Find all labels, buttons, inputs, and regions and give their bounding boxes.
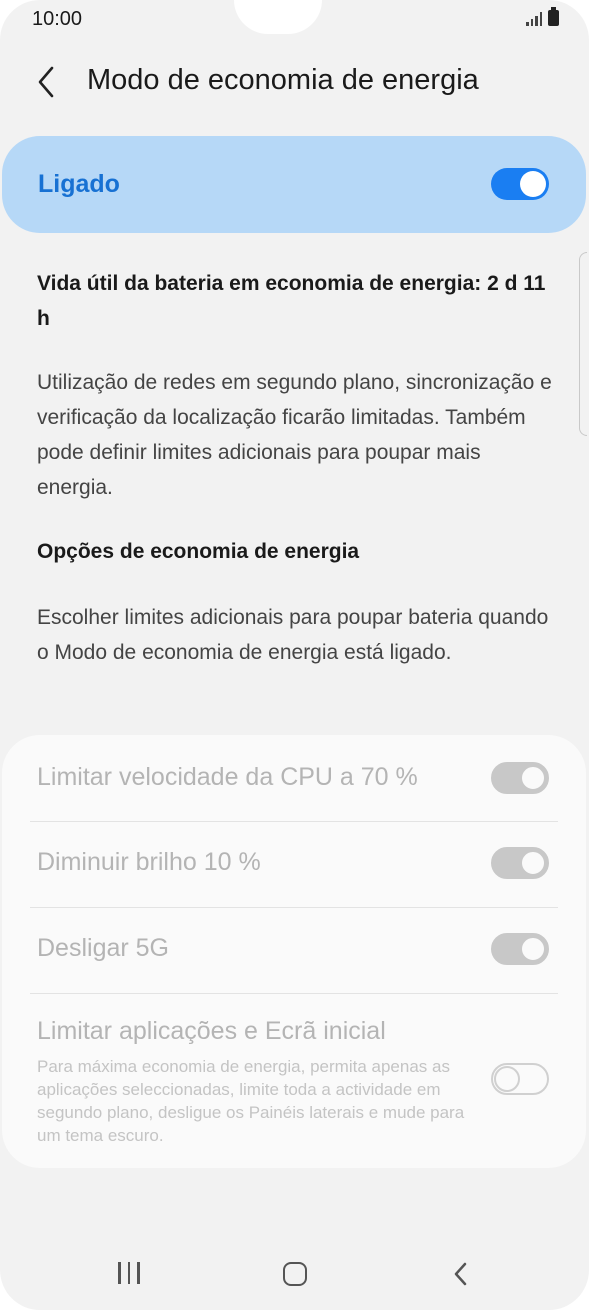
options-card: Limitar velocidade da CPU a 70 % Diminui… xyxy=(2,735,586,1168)
toggle-knob xyxy=(520,765,546,791)
page-title: Modo de economia de energia xyxy=(87,64,479,96)
app-header: Modo de economia de energia xyxy=(0,52,589,112)
status-bar: 10:00 xyxy=(0,0,589,36)
scrollbar[interactable] xyxy=(579,252,587,436)
master-toggle[interactable] xyxy=(491,168,549,200)
option-toggle-cpu[interactable] xyxy=(491,762,549,794)
option-limit-cpu[interactable]: Limitar velocidade da CPU a 70 % xyxy=(2,735,586,821)
option-toggle-5g[interactable] xyxy=(491,933,549,965)
home-button[interactable] xyxy=(283,1262,307,1286)
option-label: Desligar 5G xyxy=(37,934,169,962)
option-label: Limitar aplicações e Ecrã inicial xyxy=(37,1017,386,1045)
option-label: Diminuir brilho 10 % xyxy=(37,848,261,876)
option-label: Limitar velocidade da CPU a 70 % xyxy=(37,763,418,791)
battery-icon xyxy=(548,7,559,26)
nav-back-button[interactable] xyxy=(448,1260,474,1288)
options-section-description: Escolher limites adicionais para poupar … xyxy=(37,606,549,664)
option-subtitle: Para máxima economia de energia, permita… xyxy=(37,1057,465,1145)
master-switch-label: Ligado xyxy=(38,170,120,198)
phone-screen: 10:00 Modo de economia de energia Ligado… xyxy=(0,0,589,1310)
option-disable-5g[interactable]: Desligar 5G xyxy=(2,907,586,993)
toggle-knob xyxy=(494,1066,520,1092)
toggle-knob xyxy=(520,850,546,876)
toggle-knob xyxy=(520,936,546,962)
back-button[interactable] xyxy=(28,62,68,102)
status-icons xyxy=(526,7,559,26)
option-toggle-brightness[interactable] xyxy=(491,847,549,879)
option-limit-apps[interactable]: Limitar aplicações e Ecrã inicial Para m… xyxy=(2,993,586,1168)
recent-apps-button[interactable] xyxy=(118,1262,140,1284)
option-toggle-limit-apps[interactable] xyxy=(491,1063,549,1095)
master-switch-card[interactable]: Ligado xyxy=(2,136,586,233)
signal-icon xyxy=(526,10,542,26)
toggle-knob xyxy=(520,171,546,197)
mode-description: Utilização de redes em segundo plano, si… xyxy=(37,371,552,499)
chevron-left-icon xyxy=(38,66,54,98)
navigation-bar xyxy=(0,1240,589,1310)
status-time: 10:00 xyxy=(32,8,83,30)
battery-life-text: Vida útil da bateria em economia de ener… xyxy=(37,272,546,330)
options-section-title: Opções de economia de energia xyxy=(37,540,360,563)
option-reduce-brightness[interactable]: Diminuir brilho 10 % xyxy=(2,821,586,907)
